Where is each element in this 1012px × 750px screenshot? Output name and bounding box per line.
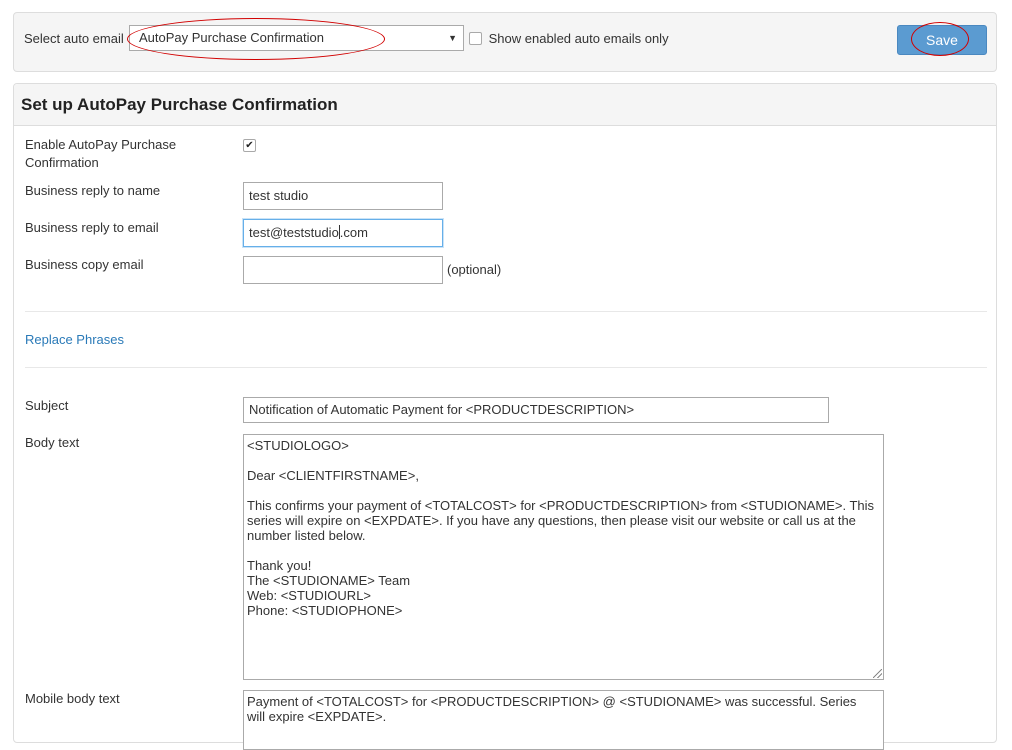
auto-email-select[interactable]: AutoPay Purchase Confirmation ▼ bbox=[129, 25, 464, 51]
auto-email-select-value: AutoPay Purchase Confirmation bbox=[139, 30, 324, 45]
reply-email-text-after: .com bbox=[339, 225, 368, 240]
reply-name-label: Business reply to name bbox=[25, 183, 161, 198]
setup-panel: Set up AutoPay Purchase Confirmation Ena… bbox=[13, 83, 997, 750]
subject-input[interactable]: Notification of Automatic Payment for <P… bbox=[243, 397, 829, 423]
textarea-line: This confirms your payment of <TOTALCOST… bbox=[247, 498, 875, 513]
show-enabled-only-toggle[interactable]: Show enabled auto emails only bbox=[469, 31, 669, 46]
textarea-line: Thank you! bbox=[247, 558, 312, 573]
show-enabled-only-checkbox[interactable] bbox=[469, 32, 482, 45]
textarea-line: The <STUDIONAME> Team bbox=[247, 573, 411, 588]
select-auto-email-label: Select auto email bbox=[24, 31, 124, 46]
checkmark-icon: ✔ bbox=[245, 140, 254, 151]
save-button[interactable]: Save bbox=[897, 25, 987, 55]
textarea-line bbox=[247, 483, 880, 498]
body-text-textarea[interactable]: <STUDIOLOGO> Dear <CLIENTFIRSTNAME>, This … bbox=[243, 434, 884, 680]
reply-email-input[interactable]: test@teststudio.com bbox=[243, 219, 443, 247]
copy-email-input[interactable] bbox=[243, 256, 443, 284]
body-text-label: Body text bbox=[25, 435, 80, 450]
reply-email-label: Business reply to email bbox=[25, 220, 159, 235]
textarea-line: <STUDIOLOGO> bbox=[247, 438, 349, 453]
replace-phrases-link[interactable]: Replace Phrases bbox=[25, 332, 124, 347]
textarea-line: series will expire on <EXPDATE>. If you … bbox=[247, 513, 856, 528]
resize-grip-icon[interactable] bbox=[873, 669, 882, 678]
textarea-line: will expire <EXPDATE>. bbox=[247, 709, 387, 724]
enable-label: Enable AutoPay Purchase Confirmation bbox=[25, 137, 177, 170]
auto-email-selector-bar: Select auto email AutoPay Purchase Confi… bbox=[13, 12, 997, 72]
subject-label: Subject bbox=[25, 398, 69, 413]
show-enabled-only-label: Show enabled auto emails only bbox=[488, 31, 669, 46]
setup-panel-header: Set up AutoPay Purchase Confirmation bbox=[14, 84, 996, 126]
divider bbox=[25, 311, 987, 312]
textarea-line: Phone: <STUDIOPHONE> bbox=[247, 603, 403, 618]
reply-email-text-before: test@teststudio bbox=[249, 225, 339, 240]
copy-email-label: Business copy email bbox=[25, 257, 144, 272]
reply-name-input[interactable]: test studio bbox=[243, 182, 443, 210]
textarea-line: Dear <CLIENTFIRSTNAME>, bbox=[247, 468, 419, 483]
mobile-body-label: Mobile body text bbox=[25, 691, 120, 706]
textarea-line: number listed below. bbox=[247, 528, 366, 543]
textarea-line bbox=[247, 453, 880, 468]
optional-note: (optional) bbox=[447, 262, 502, 277]
caret-down-icon: ▼ bbox=[448, 33, 457, 43]
textarea-line: Web: <STUDIOURL> bbox=[247, 588, 372, 603]
page-title: Set up AutoPay Purchase Confirmation bbox=[21, 95, 338, 114]
textarea-line: Payment of <TOTALCOST> for <PRODUCTDESCR… bbox=[247, 694, 857, 709]
textarea-line bbox=[247, 543, 880, 558]
enable-checkbox[interactable]: ✔ bbox=[243, 139, 256, 152]
mobile-body-textarea[interactable]: Payment of <TOTALCOST> for <PRODUCTDESCR… bbox=[243, 690, 884, 750]
divider bbox=[25, 367, 987, 368]
